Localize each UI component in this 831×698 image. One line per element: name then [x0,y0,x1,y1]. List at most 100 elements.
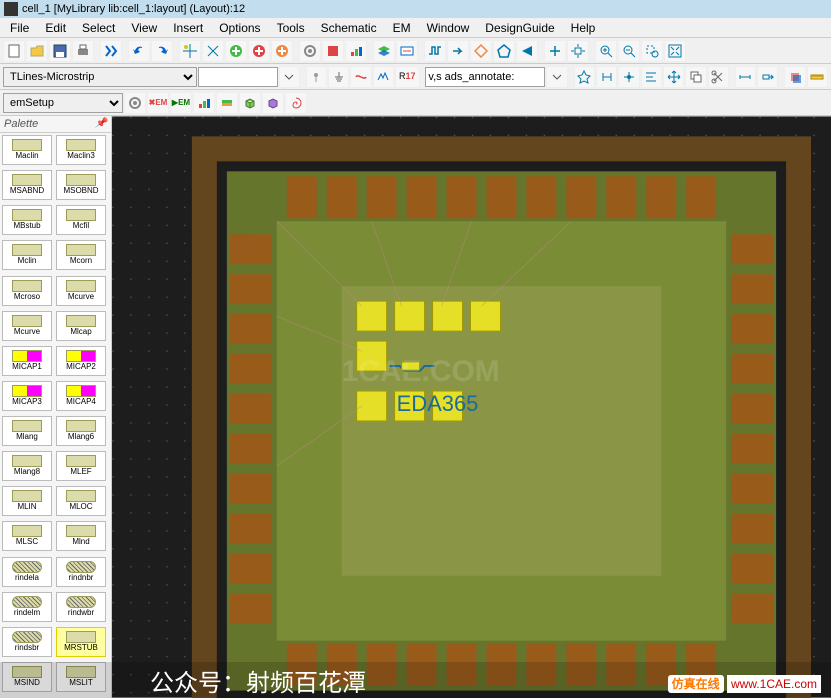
zoom-in-icon[interactable] [595,40,617,62]
add-red-icon[interactable] [248,40,270,62]
palette-item-msabnd[interactable]: MSABND [2,170,52,200]
menu-edit[interactable]: Edit [37,19,74,37]
cut-icon[interactable] [708,66,729,88]
palette-item-mcurve[interactable]: Mcurve [56,276,106,306]
merge-icon[interactable] [596,66,617,88]
menu-schematic[interactable]: Schematic [313,19,385,37]
arrowhead-icon[interactable] [516,40,538,62]
em-farfield-icon[interactable] [285,92,307,114]
pin-icon[interactable] [306,66,327,88]
palette-item-rindela[interactable]: rindela [2,557,52,587]
menu-file[interactable]: File [2,19,37,37]
palette-item-maclin3[interactable]: Maclin3 [56,135,106,165]
diamond-icon[interactable] [470,40,492,62]
menu-help[interactable]: Help [563,19,604,37]
add-green-icon[interactable] [225,40,247,62]
palette-item-rindelm[interactable]: rindelm [2,592,52,622]
arrow-right-icon[interactable] [447,40,469,62]
palette-item-mbstub[interactable]: MBstub [2,205,52,235]
print-button[interactable] [72,40,94,62]
palette-item-mclin[interactable]: Mclin [2,240,52,270]
palette-item-mcﬁl[interactable]: Mcﬁl [56,205,106,235]
em-x-button[interactable]: ✖EM [147,92,169,114]
palette-item-msind[interactable]: MSIND [2,662,52,692]
menu-tools[interactable]: Tools [269,19,313,37]
pentagon-icon[interactable] [493,40,515,62]
crosshair-icon[interactable] [179,40,201,62]
menu-select[interactable]: Select [74,19,123,37]
menu-window[interactable]: Window [419,19,478,37]
menu-em[interactable]: EM [385,19,419,37]
ruler-icon[interactable] [807,66,828,88]
redo-button[interactable] [151,40,173,62]
measure-icon[interactable] [202,40,224,62]
history-dropdown[interactable] [279,66,300,88]
ground-icon[interactable] [328,66,349,88]
palette-item-mcurve[interactable]: Mcurve [2,311,52,341]
substrate-icon[interactable] [216,92,238,114]
palette-item-rindnbr[interactable]: rindnbr [56,557,106,587]
em-chart-icon[interactable] [193,92,215,114]
gear-icon[interactable] [299,40,321,62]
new-button[interactable] [3,40,25,62]
add-orange-icon[interactable] [271,40,293,62]
pulse-icon[interactable] [424,40,446,62]
palette-item-mlnd[interactable]: Mlnd [56,521,106,551]
palette-item-rindsbr[interactable]: rindsbr [2,627,52,657]
snap-icon[interactable] [618,66,639,88]
palette-item-mlang8[interactable]: Mlang8 [2,451,52,481]
palette-item-maclin[interactable]: Maclin [2,135,52,165]
end-command-button[interactable] [100,40,122,62]
zoom-fit-icon[interactable] [664,40,686,62]
palette-item-mlef[interactable]: MLEF [56,451,106,481]
save-button[interactable] [49,40,71,62]
layout-canvas[interactable]: EDA365 1CAE.COM [112,116,831,698]
sim-button[interactable] [322,40,344,62]
em-3d-icon[interactable] [239,92,261,114]
wire-icon[interactable] [350,66,371,88]
trace-icon[interactable] [373,66,394,88]
palette-item-mlang6[interactable]: Mlang6 [56,416,106,446]
em-go-button[interactable]: ▶EM [170,92,192,114]
stretch-icon[interactable] [757,66,778,88]
palette-item-mlin[interactable]: MLIN [2,486,52,516]
palette-item-mslit[interactable]: MSLIT [56,662,106,692]
menu-view[interactable]: View [123,19,165,37]
r17-button[interactable]: R17 [395,66,420,88]
schematic-icon[interactable] [396,40,418,62]
copy-icon[interactable] [685,66,706,88]
chart-button[interactable] [345,40,367,62]
zoom-area-icon[interactable] [641,40,663,62]
component-search[interactable] [198,67,278,87]
palette-item-mlsc[interactable]: MLSC [2,521,52,551]
palette-item-mloc[interactable]: MLOC [56,486,106,516]
dim-icon[interactable] [735,66,756,88]
plus-icon[interactable] [544,40,566,62]
palette-item-mlcap[interactable]: Mlcap [56,311,106,341]
menu-insert[interactable]: Insert [165,19,211,37]
palette-item-micap4[interactable]: MICAP4 [56,381,106,411]
palette-item-mrstub[interactable]: MRSTUB [56,627,106,657]
annotate-input[interactable] [425,67,545,87]
menu-options[interactable]: Options [211,19,268,37]
menu-designguide[interactable]: DesignGuide [477,19,562,37]
layers2-icon[interactable] [784,66,805,88]
palette-item-rindwbr[interactable]: rindwbr [56,592,106,622]
annotate-dropdown[interactable] [546,66,567,88]
focus-icon[interactable] [567,40,589,62]
palette-dropdown[interactable]: TLines-Microstrip [3,67,197,87]
em-field-icon[interactable] [262,92,284,114]
zoom-out-icon[interactable] [618,40,640,62]
palette-item-mcroso[interactable]: Mcroso [2,276,52,306]
palette-item-micap3[interactable]: MICAP3 [2,381,52,411]
palette-item-mlang[interactable]: Mlang [2,416,52,446]
em-setup-dropdown[interactable]: emSetup [3,93,123,113]
align-icon[interactable] [641,66,662,88]
palette-item-mcorn[interactable]: Mcorn [56,240,106,270]
palette-item-micap1[interactable]: MICAP1 [2,346,52,376]
palette-item-msobnd[interactable]: MSOBND [56,170,106,200]
open-button[interactable] [26,40,48,62]
undo-button[interactable] [128,40,150,62]
layers-icon[interactable] [373,40,395,62]
move-icon[interactable] [663,66,684,88]
